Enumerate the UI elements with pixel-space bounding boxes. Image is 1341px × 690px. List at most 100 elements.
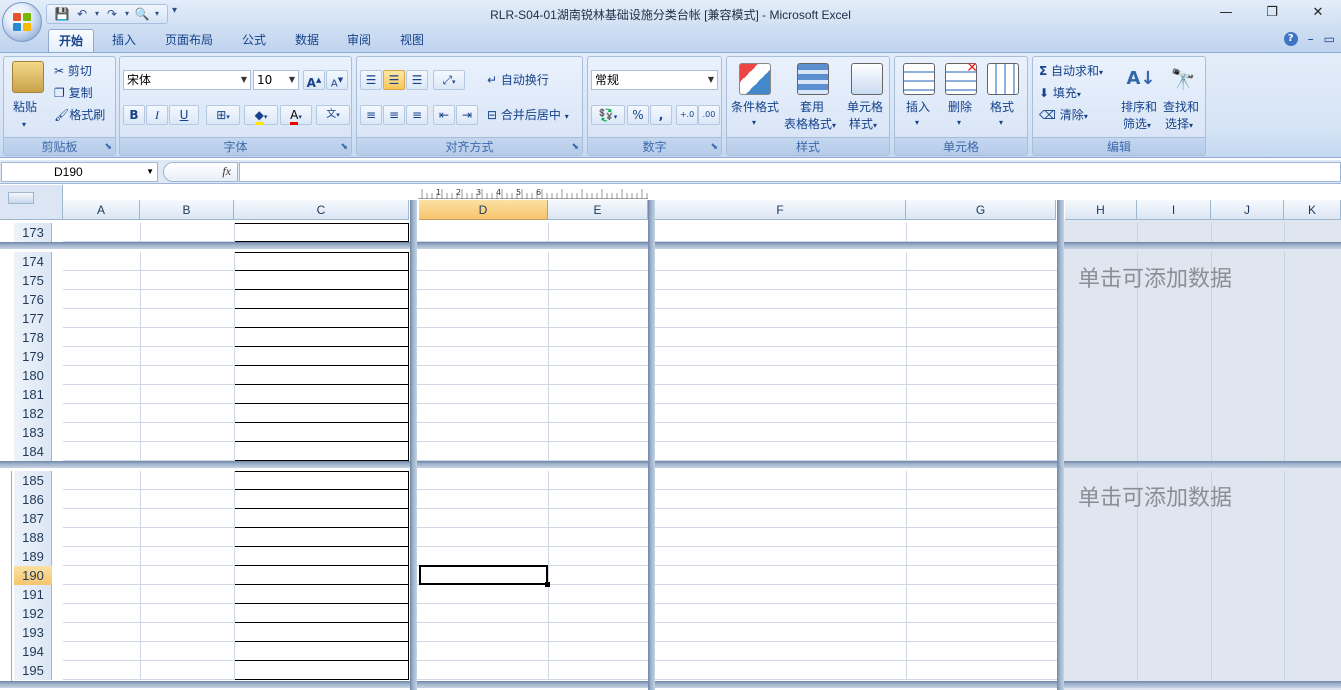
fill-color-button[interactable]: ◆▾ [244, 105, 278, 125]
row-header-194[interactable]: 194 [14, 642, 52, 661]
find-select-button[interactable]: 选择▾ [1165, 116, 1193, 134]
row-header-193[interactable]: 193 [14, 623, 52, 642]
italic-button[interactable]: I [146, 105, 168, 125]
cell-c-175[interactable] [234, 271, 409, 290]
fill-handle[interactable] [545, 582, 550, 587]
wrap-text-button[interactable]: ↵ 自动换行 [487, 72, 549, 88]
cell-c-189[interactable] [234, 547, 409, 566]
column-header-a[interactable]: A [63, 200, 140, 220]
decrease-indent-button[interactable]: ⇤ [433, 105, 455, 125]
cell-c-176[interactable] [234, 290, 409, 309]
column-header-j[interactable]: J [1211, 200, 1284, 220]
align-center-button[interactable]: ≡ [383, 105, 405, 125]
row-header-186[interactable]: 186 [14, 490, 52, 509]
column-header-i[interactable]: I [1137, 200, 1211, 220]
name-box[interactable]: D190 ▼ [1, 162, 158, 182]
format-painter-button[interactable]: 🖌格式刷 [54, 107, 105, 123]
ribbon-restore-icon[interactable]: ▭ [1324, 32, 1335, 46]
sort-filter-label1[interactable]: 排序和 [1121, 99, 1157, 115]
percent-button[interactable]: % [627, 105, 649, 125]
cut-button[interactable]: ✂ 剪切 [54, 63, 92, 79]
row-header-180[interactable]: 180 [14, 366, 52, 385]
row-header-174[interactable]: 174 [14, 252, 52, 271]
minimize-button[interactable]: — [1203, 0, 1249, 26]
help-icon[interactable]: ? [1283, 32, 1298, 46]
column-header-b[interactable]: B [140, 200, 234, 220]
clear-button[interactable]: ⌫ 清除▾ [1039, 107, 1088, 125]
cell-c-188[interactable] [234, 528, 409, 547]
cell-c-179[interactable] [234, 347, 409, 366]
column-header-d[interactable]: D [419, 200, 548, 220]
row-header-182[interactable]: 182 [14, 404, 52, 423]
align-bottom-button[interactable]: ☰ [406, 70, 428, 90]
row-header-173[interactable]: 173 [14, 223, 52, 242]
tab-insert[interactable]: 插入 [104, 29, 144, 52]
cell-c-190[interactable] [234, 566, 409, 585]
cell-c-187[interactable] [234, 509, 409, 528]
font-name-combo[interactable]: 宋体 ▼ [123, 70, 251, 90]
column-header-h[interactable]: H [1065, 200, 1137, 220]
row-header-187[interactable]: 187 [14, 509, 52, 528]
cell-c-182[interactable] [234, 404, 409, 423]
formula-input[interactable] [239, 162, 1341, 182]
cell-c-185[interactable] [234, 471, 409, 490]
phonetic-button[interactable]: 文▾ [316, 105, 350, 125]
cell-c-181[interactable] [234, 385, 409, 404]
column-header-f[interactable]: F [655, 200, 906, 220]
insert-function-button[interactable]: fx [163, 162, 238, 182]
delete-cells-button[interactable]: 删除 [948, 99, 972, 115]
column-header-c[interactable]: C [234, 200, 409, 220]
page-add-data-hint[interactable]: 单击可添加数据 [1078, 261, 1232, 293]
ribbon-minimize-icon[interactable]: – [1308, 32, 1314, 46]
row-header-192[interactable]: 192 [14, 604, 52, 623]
row-header-189[interactable]: 189 [14, 547, 52, 566]
align-right-button[interactable]: ≡ [406, 105, 428, 125]
paste-dropdown-icon[interactable]: ▾ [22, 117, 26, 133]
align-left-button[interactable]: ≡ [360, 105, 382, 125]
number-launcher-icon[interactable]: ⬊ [710, 142, 718, 152]
cell-c-183[interactable] [234, 423, 409, 442]
row-header-188[interactable]: 188 [14, 528, 52, 547]
column-header-k[interactable]: K [1284, 200, 1341, 220]
tab-view[interactable]: 视图 [390, 29, 434, 52]
row-header-190[interactable]: 190 [14, 566, 52, 585]
copy-button[interactable]: ❐ 复制 [54, 85, 93, 101]
cell-c-195[interactable] [234, 661, 409, 680]
format-cells-icon[interactable] [987, 63, 1019, 95]
underline-button[interactable]: U [169, 105, 199, 125]
increase-decimal-button[interactable]: +.0 [676, 105, 698, 125]
insert-cells-icon[interactable] [903, 63, 935, 95]
sort-filter-button[interactable]: 筛选▾ [1123, 116, 1151, 134]
cell-c-193[interactable] [234, 623, 409, 642]
find-select-icon[interactable]: 🔭 [1167, 63, 1199, 95]
tab-home[interactable]: 开始 [48, 29, 94, 52]
number-format-combo[interactable]: 常规 ▼ [591, 70, 718, 90]
font-size-combo[interactable]: 10 ▼ [253, 70, 299, 90]
row-header-176[interactable]: 176 [14, 290, 52, 309]
orientation-button[interactable]: ⤢▾ [433, 70, 465, 90]
cell-c-174[interactable] [234, 252, 409, 271]
tab-review[interactable]: 审阅 [338, 29, 380, 52]
fill-button[interactable]: ⬇ 填充▾ [1039, 85, 1081, 103]
cell-styles-button[interactable]: 样式▾ [849, 116, 877, 134]
accounting-format-button[interactable]: 💱▾ [591, 105, 625, 125]
cell-c-173[interactable] [234, 223, 409, 242]
cell-c-191[interactable] [234, 585, 409, 604]
sort-filter-icon[interactable]: A↓ [1125, 63, 1157, 95]
cell-c-184[interactable] [234, 442, 409, 461]
insert-cells-button[interactable]: 插入 [906, 99, 930, 115]
bold-button[interactable]: B [123, 105, 145, 125]
align-top-button[interactable]: ☰ [360, 70, 382, 90]
close-button[interactable]: ✕ [1295, 0, 1341, 26]
row-header-178[interactable]: 178 [14, 328, 52, 347]
tab-formulas[interactable]: 公式 [232, 29, 276, 52]
format-as-table-button[interactable]: 表格格式▾ [784, 116, 836, 134]
row-header-183[interactable]: 183 [14, 423, 52, 442]
row-header-195[interactable]: 195 [14, 661, 52, 680]
cell-c-186[interactable] [234, 490, 409, 509]
conditional-format-icon[interactable] [739, 63, 771, 95]
tab-data[interactable]: 数据 [286, 29, 328, 52]
row-header-175[interactable]: 175 [14, 271, 52, 290]
merge-center-button[interactable]: ⊟ 合并后居中 ▾ [487, 107, 569, 125]
align-middle-button[interactable]: ☰ [383, 70, 405, 90]
